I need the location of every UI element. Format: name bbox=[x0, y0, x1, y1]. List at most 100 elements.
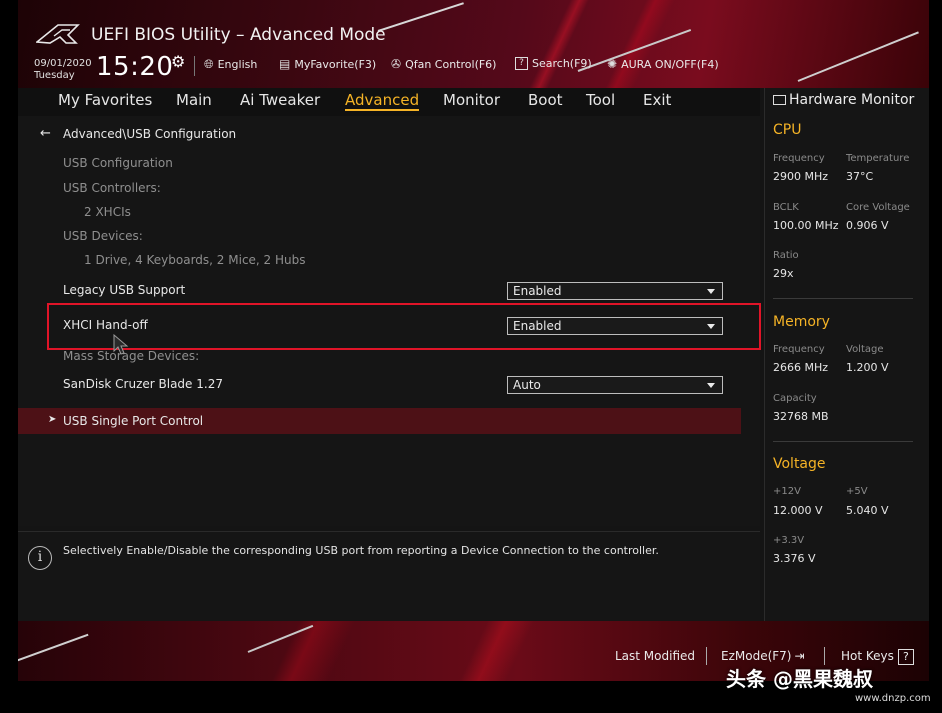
favorite-list-icon: ▤ bbox=[279, 57, 291, 71]
language-label: English bbox=[217, 58, 258, 71]
legacy-usb-support-value: Enabled bbox=[513, 284, 562, 298]
tab-monitor[interactable]: Monitor bbox=[443, 91, 500, 109]
memory-capacity-label: Capacity bbox=[773, 393, 817, 404]
help-text: Selectively Enable/Disable the correspon… bbox=[63, 544, 659, 557]
chevron-right-icon: ➤ bbox=[48, 414, 57, 425]
aura-light-icon: ✺ bbox=[607, 57, 618, 71]
memory-frequency-value: 2666 MHz bbox=[773, 361, 829, 374]
memory-section-heading: Memory bbox=[773, 314, 830, 330]
usb-single-port-control-item[interactable]: ➤ USB Single Port Control bbox=[18, 408, 741, 434]
voltage-section-heading: Voltage bbox=[773, 456, 826, 472]
hardware-monitor-panel: Hardware Monitor CPU Frequency 2900 MHz … bbox=[764, 88, 929, 621]
date-display: 09/01/2020 Tuesday bbox=[34, 58, 92, 82]
divider bbox=[773, 298, 913, 299]
bclk-value: 100.00 MHz bbox=[773, 219, 839, 232]
decor-slash bbox=[247, 624, 314, 653]
clock-settings-gear-icon[interactable]: ⚙ bbox=[171, 52, 185, 71]
memory-voltage-value: 1.200 V bbox=[846, 361, 889, 374]
bios-screen: UEFI BIOS Utility – Advanced Mode 09/01/… bbox=[18, 0, 929, 713]
decor-slash bbox=[377, 2, 464, 32]
qfan-label: Qfan Control(F6) bbox=[405, 57, 497, 71]
exit-arrow-icon: ⇥ bbox=[794, 649, 805, 663]
myfavorite-button[interactable]: ▤ MyFavorite(F3) bbox=[279, 57, 376, 71]
help-key-icon: ? bbox=[897, 649, 914, 665]
cpu-temperature-value: 37°C bbox=[846, 170, 874, 183]
hardware-monitor-title-text: Hardware Monitor bbox=[789, 92, 915, 108]
usb-controllers-label: USB Controllers: bbox=[63, 181, 161, 195]
date-text: 09/01/2020 bbox=[34, 58, 92, 69]
divider bbox=[194, 56, 195, 76]
language-button[interactable]: 🌐︎ English bbox=[204, 57, 257, 72]
v12-label: +12V bbox=[773, 486, 801, 497]
ratio-label: Ratio bbox=[773, 250, 799, 261]
search-button[interactable]: ? Search(F9) bbox=[515, 57, 592, 70]
search-label: Search(F9) bbox=[532, 57, 592, 70]
ezmode-button[interactable]: EzMode(F7) ⇥ bbox=[721, 649, 805, 663]
bclk-label: BCLK bbox=[773, 202, 799, 213]
divider bbox=[773, 441, 913, 442]
memory-frequency-label: Frequency bbox=[773, 344, 825, 355]
back-arrow-icon[interactable]: ← bbox=[40, 126, 51, 141]
sandisk-cruzer-select[interactable]: Auto bbox=[507, 376, 723, 394]
clock-time: 15:20 bbox=[96, 52, 174, 82]
chevron-down-icon bbox=[707, 383, 715, 388]
v12-value: 12.000 V bbox=[773, 504, 823, 517]
sandisk-cruzer-value: Auto bbox=[513, 378, 541, 392]
watermark-text: 头条 @黑果魏叔 bbox=[726, 667, 873, 691]
ezmode-label: EzMode(F7) bbox=[721, 649, 792, 663]
page-title: UEFI BIOS Utility – Advanced Mode bbox=[91, 25, 386, 45]
aura-label: AURA ON/OFF(F4) bbox=[621, 57, 719, 71]
tab-ai-tweaker[interactable]: Ai Tweaker bbox=[240, 91, 320, 109]
divider bbox=[706, 647, 707, 665]
day-text: Tuesday bbox=[34, 70, 75, 81]
cpu-temperature-label: Temperature bbox=[846, 153, 910, 164]
usb-devices-label: USB Devices: bbox=[63, 229, 143, 243]
cpu-frequency-value: 2900 MHz bbox=[773, 170, 829, 183]
tab-tool[interactable]: Tool bbox=[586, 91, 615, 109]
tab-main[interactable]: Main bbox=[176, 91, 212, 109]
tab-my-favorites[interactable]: My Favorites bbox=[58, 91, 152, 109]
fan-icon: ✇ bbox=[391, 57, 402, 71]
tab-exit[interactable]: Exit bbox=[643, 91, 671, 109]
settings-panel: ← Advanced\USB Configuration USB Configu… bbox=[18, 116, 761, 526]
ratio-value: 29x bbox=[773, 267, 794, 280]
xhci-hand-off-label: XHCI Hand-off bbox=[63, 318, 148, 332]
help-panel: i Selectively Enable/Disable the corresp… bbox=[18, 531, 760, 621]
search-help-icon: ? bbox=[515, 57, 528, 70]
decor-slash bbox=[18, 633, 89, 663]
sandisk-cruzer-label: SanDisk Cruzer Blade 1.27 bbox=[63, 377, 223, 391]
aura-toggle-button[interactable]: ✺ AURA ON/OFF(F4) bbox=[607, 57, 719, 71]
memory-capacity-value: 32768 MB bbox=[773, 410, 829, 423]
v5-value: 5.040 V bbox=[846, 504, 889, 517]
qfan-control-button[interactable]: ✇ Qfan Control(F6) bbox=[391, 57, 496, 71]
hardware-monitor-title: Hardware Monitor bbox=[773, 92, 914, 108]
monitor-screen-icon bbox=[773, 95, 786, 105]
watermark-url: www.dnzp.com bbox=[855, 693, 931, 704]
usb-devices-value: 1 Drive, 4 Keyboards, 2 Mice, 2 Hubs bbox=[84, 253, 306, 267]
v33-value: 3.376 V bbox=[773, 552, 816, 565]
tab-advanced[interactable]: Advanced bbox=[345, 91, 420, 111]
memory-voltage-label: Voltage bbox=[846, 344, 884, 355]
core-voltage-label: Core Voltage bbox=[846, 202, 910, 213]
legacy-usb-support-label: Legacy USB Support bbox=[63, 283, 186, 297]
breadcrumb: Advanced\USB Configuration bbox=[63, 127, 237, 141]
xhci-hand-off-select[interactable]: Enabled bbox=[507, 317, 723, 335]
hot-keys-label: Hot Keys bbox=[841, 649, 894, 663]
rog-logo-icon bbox=[36, 24, 80, 44]
last-modified-button[interactable]: Last Modified bbox=[615, 649, 695, 663]
info-icon: i bbox=[28, 546, 52, 570]
cpu-section-heading: CPU bbox=[773, 122, 802, 138]
globe-icon: 🌐︎ bbox=[204, 57, 214, 71]
chevron-down-icon bbox=[707, 289, 715, 294]
cpu-frequency-label: Frequency bbox=[773, 153, 825, 164]
usb-single-port-control-label: USB Single Port Control bbox=[63, 414, 204, 428]
header-banner: UEFI BIOS Utility – Advanced Mode 09/01/… bbox=[18, 0, 929, 88]
mouse-cursor-icon bbox=[113, 334, 129, 355]
core-voltage-value: 0.906 V bbox=[846, 219, 889, 232]
chevron-down-icon bbox=[707, 324, 715, 329]
tab-boot[interactable]: Boot bbox=[528, 91, 563, 109]
legacy-usb-support-select[interactable]: Enabled bbox=[507, 282, 723, 300]
main-menu-bar: My Favorites Main Ai Tweaker Advanced Mo… bbox=[18, 88, 760, 116]
usb-configuration-heading: USB Configuration bbox=[63, 156, 173, 170]
v5-label: +5V bbox=[846, 486, 868, 497]
